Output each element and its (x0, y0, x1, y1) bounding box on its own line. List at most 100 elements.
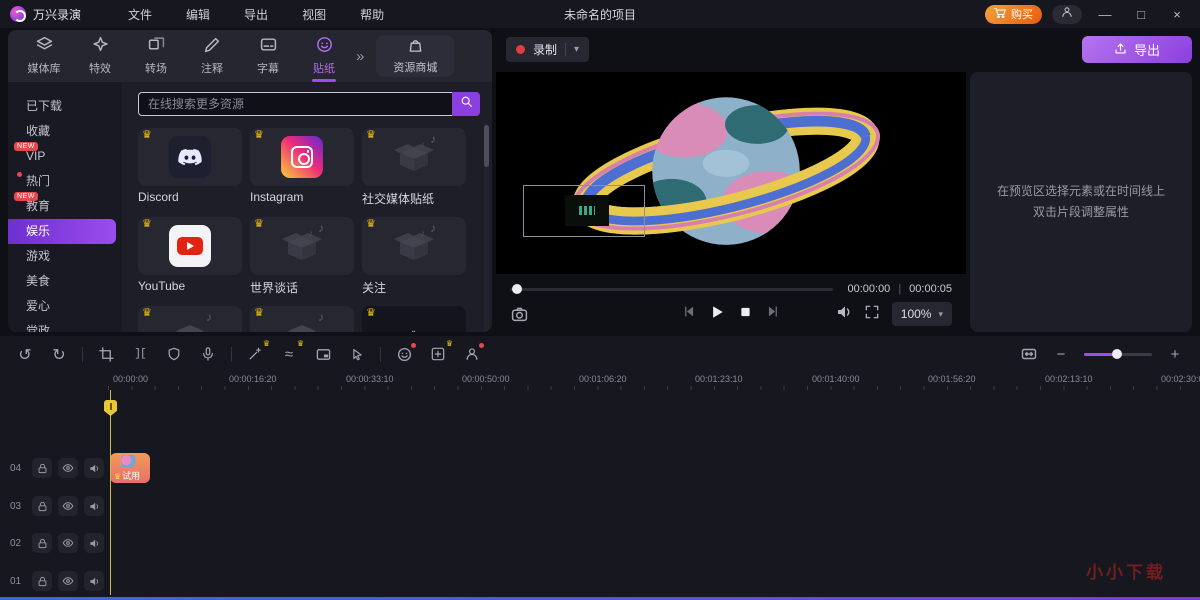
track-lock-button[interactable] (32, 496, 52, 516)
category-food[interactable]: 美食 (8, 269, 116, 294)
menu-file[interactable]: 文件 (111, 2, 169, 27)
sticker-item-instagram[interactable]: ♛ Instagram (250, 128, 354, 205)
sticker-item-social-pack[interactable]: ♛ ♪ ♪ 社交媒体贴纸 (362, 128, 466, 205)
sticker-item-discord[interactable]: ♛ Discord (138, 128, 242, 205)
playhead-handle[interactable] (104, 400, 117, 416)
tab-stickers[interactable]: 贴纸 (296, 33, 352, 79)
track-lock-button[interactable] (32, 533, 52, 553)
menu-edit[interactable]: 编辑 (169, 2, 227, 27)
category-love[interactable]: 爱心 (8, 294, 116, 319)
tab-effects[interactable]: 特效 (72, 33, 128, 79)
category-vip[interactable]: NEW VIP (8, 144, 116, 169)
captions-icon (260, 36, 277, 56)
menu-help[interactable]: 帮助 (343, 2, 401, 27)
next-frame-button[interactable] (767, 305, 780, 323)
tab-resource-store[interactable]: 资源商城 (376, 35, 454, 77)
sticker-item-follow[interactable]: ♛ ♪ ♪ 关注 (362, 217, 466, 294)
denoise-button[interactable]: ♛ ≈ (280, 345, 298, 363)
stop-button[interactable] (740, 305, 752, 323)
tab-transitions[interactable]: 转场 (128, 33, 184, 79)
menu-export[interactable]: 导出 (227, 2, 285, 27)
track-lock-button[interactable] (32, 571, 52, 591)
transitions-icon (148, 36, 165, 56)
hot-dot-icon (17, 172, 22, 177)
timeline-zoom-slider[interactable] (1084, 353, 1152, 356)
user-account-button[interactable] (1052, 5, 1082, 24)
previous-frame-button[interactable] (683, 305, 696, 323)
track-visibility-button[interactable] (58, 533, 78, 553)
undo-button[interactable]: ↺ (16, 345, 34, 363)
crop-button[interactable] (97, 345, 115, 363)
sticker-item-tiktok[interactable]: ♛ ♪ (362, 306, 466, 332)
buy-button[interactable]: 购买 (985, 5, 1042, 24)
track-visibility-button[interactable] (58, 458, 78, 478)
track-mute-button[interactable] (84, 571, 104, 591)
timeline-clip-sticker[interactable]: ♛试用 (110, 453, 150, 483)
magic-tools-button[interactable]: ♛ (429, 345, 447, 363)
sticker-item[interactable]: ♛ ♪ (138, 306, 242, 332)
record-chevron-icon[interactable]: ▾ (574, 44, 579, 55)
track-mute-button[interactable] (84, 458, 104, 478)
seek-handle[interactable] (512, 284, 522, 294)
category-hot[interactable]: 热门 (8, 169, 116, 194)
track-mute-button[interactable] (84, 496, 104, 516)
category-games[interactable]: 游戏 (8, 244, 116, 269)
sticker-grid-scrollbar[interactable] (484, 125, 489, 332)
sticker-item-world-talk[interactable]: ♛ ♪ ♪ 世界谈话 (250, 217, 354, 294)
export-button[interactable]: 导出 (1082, 36, 1192, 63)
tab-captions[interactable]: 字幕 (240, 33, 296, 79)
record-button[interactable]: 录制 ▾ (506, 37, 589, 62)
more-tabs-chevron-icon[interactable]: » (356, 48, 364, 65)
fit-timeline-button[interactable] (1020, 345, 1038, 363)
redo-button[interactable]: ↻ (50, 345, 68, 363)
menu-view[interactable]: 视图 (285, 2, 343, 27)
snapshot-camera-button[interactable] (510, 305, 528, 323)
fullscreen-button[interactable] (865, 305, 879, 324)
current-time: 00:00:00 (847, 283, 890, 295)
notification-dot (411, 343, 416, 348)
close-button[interactable]: × (1164, 7, 1190, 22)
selection-box[interactable] (523, 185, 645, 237)
properties-panel: 在预览区选择元素或在时间线上 双击片段调整属性 (970, 72, 1192, 332)
pointer-button[interactable] (348, 345, 366, 363)
maximize-button[interactable]: □ (1128, 7, 1154, 22)
preview-canvas[interactable] (496, 72, 966, 274)
sticker-item[interactable]: ♛ ♪ (250, 306, 354, 332)
virtual-avatar-button[interactable] (463, 345, 481, 363)
seek-bar[interactable] (510, 288, 833, 291)
tab-annotations[interactable]: 注释 (184, 33, 240, 79)
mask-shield-button[interactable] (165, 345, 183, 363)
search-input[interactable] (138, 92, 452, 116)
category-entertainment[interactable]: 娱乐 (8, 219, 116, 244)
track-mute-button[interactable] (84, 533, 104, 553)
category-education[interactable]: NEW 教育 (8, 194, 116, 219)
pip-button[interactable] (314, 345, 332, 363)
minimize-button[interactable]: — (1092, 7, 1118, 22)
preview-zoom-dropdown[interactable]: 100% ▾ (892, 302, 952, 326)
category-politics[interactable]: 党政 (8, 319, 116, 332)
category-downloaded[interactable]: 已下载 (8, 94, 116, 119)
track-visibility-button[interactable] (58, 571, 78, 591)
ruler-tick-label: 00:00:16:20 (229, 374, 277, 384)
sticker-pack-box-icon: ♪ (278, 313, 326, 332)
effects-icon (92, 36, 109, 56)
timeline-zoom-out-button[interactable]: − (1052, 345, 1070, 363)
sticker-item-youtube[interactable]: ♛ YouTube (138, 217, 242, 294)
volume-button[interactable] (836, 304, 852, 325)
search-button[interactable] (452, 92, 480, 116)
microphone-button[interactable] (199, 345, 217, 363)
face-effects-button[interactable] (395, 345, 413, 363)
track-lock-button[interactable] (32, 458, 52, 478)
selected-element-thumbnail[interactable] (565, 195, 609, 226)
split-button[interactable]: ][ (131, 345, 149, 363)
zoom-slider-handle[interactable] (1112, 349, 1122, 359)
playhead-line[interactable] (110, 390, 111, 595)
cursor-effects-button[interactable]: ♛ (246, 345, 264, 363)
play-button[interactable] (711, 305, 725, 324)
timeline-zoom-in-button[interactable]: + (1166, 345, 1184, 363)
category-favorites[interactable]: 收藏 (8, 119, 116, 144)
track-visibility-button[interactable] (58, 496, 78, 516)
new-badge: NEW (14, 142, 38, 151)
timeline-ruler[interactable]: 00:00:00 00:00:16:20 00:00:33:10 00:00:5… (108, 372, 1200, 390)
tab-media-library[interactable]: 媒体库 (16, 33, 72, 79)
